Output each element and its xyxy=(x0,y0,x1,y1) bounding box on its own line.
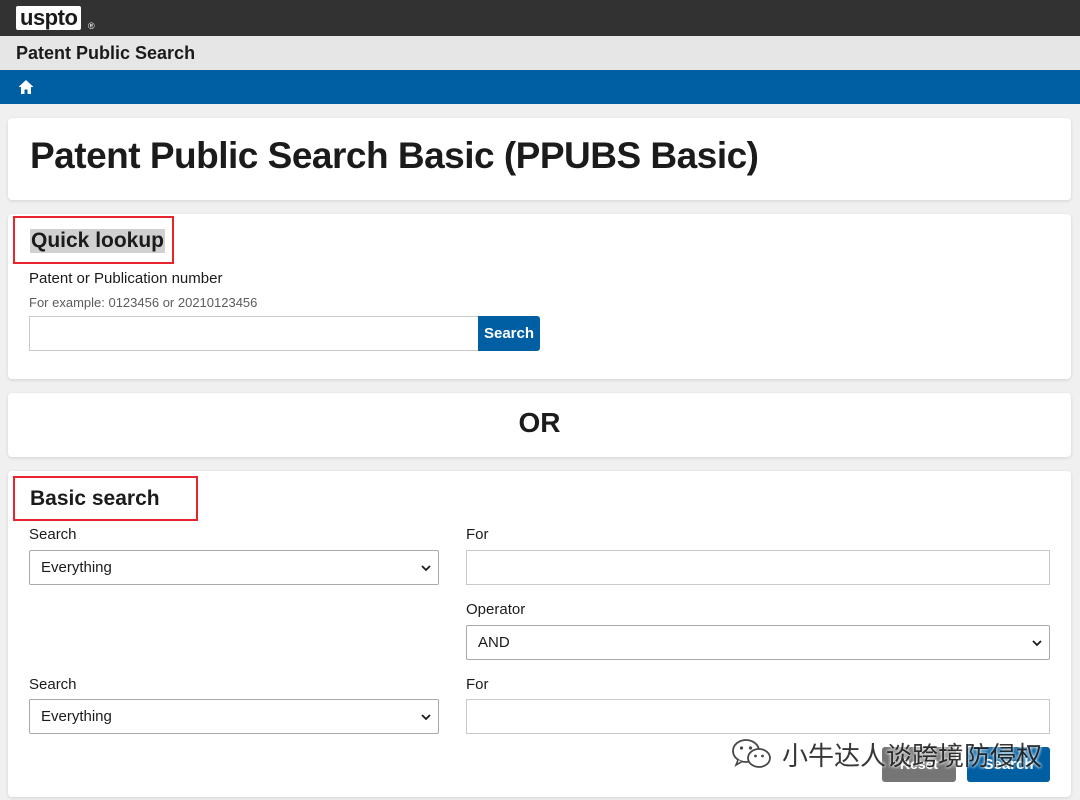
page-title: Patent Public Search Basic (PPUBS Basic) xyxy=(30,135,759,176)
site-title-bar: Patent Public Search xyxy=(0,36,1080,71)
page-title-card: Patent Public Search Basic (PPUBS Basic) xyxy=(8,118,1071,200)
registered-mark: ® xyxy=(88,21,95,31)
or-divider-card: OR xyxy=(8,393,1071,457)
search-field-select-1[interactable]: Everything xyxy=(29,550,439,585)
operator-value: AND xyxy=(478,634,510,651)
quick-lookup-search-button[interactable]: Search xyxy=(478,316,540,351)
patent-number-hint: For example: 0123456 or 20210123456 xyxy=(29,295,258,310)
top-bar: uspto ® xyxy=(0,0,1080,36)
operator-select[interactable]: AND xyxy=(466,625,1050,660)
search-field-label-1: Search xyxy=(29,526,77,543)
watermark: 小牛达人谈跨境防侵权 xyxy=(730,736,1042,772)
chevron-down-icon xyxy=(421,714,431,721)
home-icon[interactable] xyxy=(17,78,35,96)
search-field-label-2: Search xyxy=(29,676,77,693)
basic-search-heading: Basic search xyxy=(30,487,160,510)
chevron-down-icon xyxy=(421,565,431,572)
search-field-value-1: Everything xyxy=(41,559,112,576)
search-field-value-2: Everything xyxy=(41,708,112,725)
for-input-1[interactable] xyxy=(466,550,1050,585)
wechat-icon xyxy=(732,739,771,768)
chevron-down-icon xyxy=(1032,640,1042,647)
for-label-2: For xyxy=(466,676,489,693)
site-title[interactable]: Patent Public Search xyxy=(16,43,195,64)
operator-label: Operator xyxy=(466,601,526,618)
uspto-logo[interactable]: uspto xyxy=(16,6,82,30)
quick-lookup-heading: Quick lookup xyxy=(30,229,166,253)
for-label-1: For xyxy=(466,526,489,543)
nav-bar xyxy=(0,70,1080,104)
for-input-2[interactable] xyxy=(466,699,1050,734)
patent-number-input[interactable] xyxy=(29,316,479,351)
or-label: OR xyxy=(518,407,561,438)
quick-lookup-card: Quick lookup Patent or Publication numbe… xyxy=(8,214,1071,379)
patent-number-label: Patent or Publication number xyxy=(29,270,223,287)
watermark-text: 小牛达人谈跨境防侵权 xyxy=(782,740,1043,771)
search-field-select-2[interactable]: Everything xyxy=(29,699,439,734)
